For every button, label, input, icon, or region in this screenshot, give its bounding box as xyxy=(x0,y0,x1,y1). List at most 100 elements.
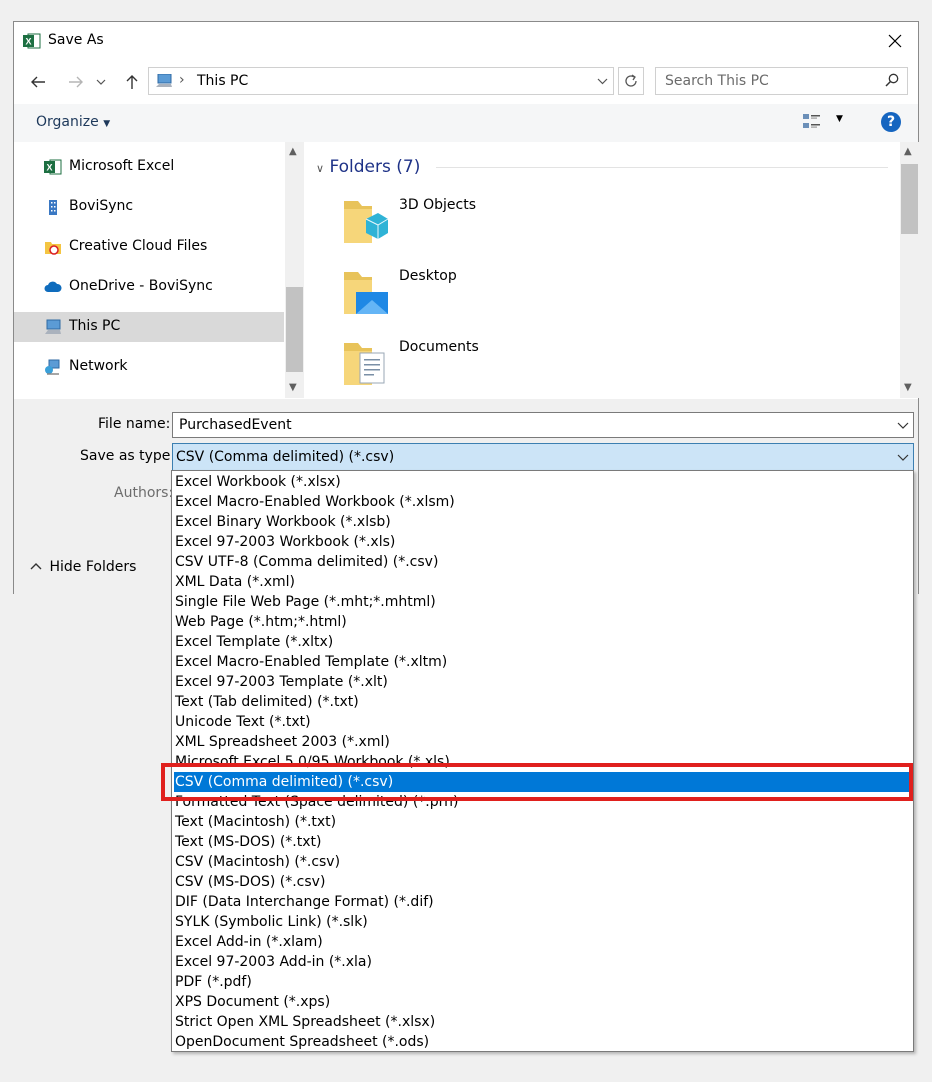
dropdown-option[interactable]: CSV UTF-8 (Comma delimited) (*.csv) xyxy=(174,552,911,572)
nav-item-label: Microsoft Excel xyxy=(69,158,175,174)
folder-documents[interactable]: Documents xyxy=(342,339,602,399)
save-as-type-select[interactable]: CSV (Comma delimited) (*.csv) xyxy=(172,443,914,471)
search-input[interactable]: Search This PC xyxy=(655,67,908,95)
documents-folder-icon xyxy=(344,343,385,385)
chevron-right-icon: › xyxy=(179,72,185,88)
navigation-pane-scrollbar[interactable]: ▲ ▼ xyxy=(285,142,304,398)
dropdown-option[interactable]: Excel Macro-Enabled Template (*.xltm) xyxy=(174,652,911,672)
close-icon xyxy=(888,34,902,48)
dropdown-option[interactable]: Excel Template (*.xltx) xyxy=(174,632,911,652)
scrollbar-thumb[interactable] xyxy=(286,287,303,372)
authors-label: Authors: xyxy=(114,485,174,501)
scroll-down-arrow-icon[interactable]: ▼ xyxy=(289,382,297,393)
dropdown-option[interactable]: XML Spreadsheet 2003 (*.xml) xyxy=(174,732,911,752)
annotation-highlight-box xyxy=(161,763,913,801)
dropdown-option[interactable]: Strict Open XML Spreadsheet (*.xlsx) xyxy=(174,1012,911,1032)
excel-icon: X xyxy=(44,159,62,175)
nav-item-onedrive[interactable]: OneDrive - BoviSync xyxy=(14,272,284,302)
dropdown-option[interactable]: Unicode Text (*.txt) xyxy=(174,712,911,732)
group-divider xyxy=(436,167,888,168)
arrow-left-icon xyxy=(31,76,45,88)
recent-locations-button[interactable] xyxy=(94,70,108,94)
dropdown-option[interactable]: Excel Macro-Enabled Workbook (*.xlsm) xyxy=(174,492,911,512)
dropdown-option[interactable]: XML Data (*.xml) xyxy=(174,572,911,592)
dropdown-option[interactable]: Text (Tab delimited) (*.txt) xyxy=(174,692,911,712)
close-button[interactable] xyxy=(872,22,918,60)
address-path: This PC xyxy=(197,73,249,89)
dropdown-option[interactable]: DIF (Data Interchange Format) (*.dif) xyxy=(174,892,911,912)
scroll-up-arrow-icon[interactable]: ▲ xyxy=(904,146,912,157)
view-options-caret-icon[interactable]: ▼ xyxy=(836,114,843,124)
dropdown-option[interactable]: Excel 97-2003 Add-in (*.xla) xyxy=(174,952,911,972)
nav-item-label: BoviSync xyxy=(69,198,134,214)
nav-item-label: Network xyxy=(69,358,128,374)
caret-down-icon: ▼ xyxy=(103,119,111,129)
dropdown-option[interactable]: Web Page (*.htm;*.html) xyxy=(174,612,911,632)
dropdown-option[interactable]: Excel Workbook (*.xlsx) xyxy=(174,472,911,492)
address-dropdown-button[interactable] xyxy=(591,68,613,94)
change-view-icon[interactable] xyxy=(802,113,822,131)
window-title: Save As xyxy=(48,32,104,48)
dropdown-option[interactable]: Excel Binary Workbook (*.xlsb) xyxy=(174,512,911,532)
search-icon xyxy=(885,73,899,87)
chevron-up-icon xyxy=(30,563,42,570)
refresh-button[interactable] xyxy=(618,67,644,95)
folder-desktop[interactable]: Desktop xyxy=(342,268,602,328)
svg-text:X: X xyxy=(26,37,32,47)
title-bar: X Save As xyxy=(14,22,918,60)
nav-item-microsoft-excel[interactable]: X Microsoft Excel xyxy=(14,152,284,182)
scrollbar-thumb[interactable] xyxy=(901,164,918,234)
dropdown-option[interactable]: Excel 97-2003 Workbook (*.xls) xyxy=(174,532,911,552)
building-icon xyxy=(49,200,57,215)
dropdown-option[interactable]: Text (Macintosh) (*.txt) xyxy=(174,812,911,832)
folders-group-header[interactable]: ∨ Folders (7) xyxy=(316,157,420,177)
chevron-down-icon[interactable] xyxy=(897,417,909,433)
refresh-icon xyxy=(625,74,637,87)
svg-text:X: X xyxy=(47,163,53,173)
help-button[interactable]: ? xyxy=(881,112,901,132)
scroll-up-arrow-icon[interactable]: ▲ xyxy=(289,146,297,157)
back-button[interactable] xyxy=(26,70,50,94)
file-list: ∨ Folders (7) 3D Objects Desktop Documen… xyxy=(306,142,919,398)
file-name-input[interactable]: PurchasedEvent xyxy=(172,412,914,438)
arrow-up-icon xyxy=(126,75,138,89)
navigation-bar: › This PC Search This PC xyxy=(14,66,918,98)
dropdown-option[interactable]: Excel Add-in (*.xlam) xyxy=(174,932,911,952)
dropdown-option[interactable]: SYLK (Symbolic Link) (*.slk) xyxy=(174,912,911,932)
dropdown-option[interactable]: CSV (Macintosh) (*.csv) xyxy=(174,852,911,872)
nav-item-label: This PC xyxy=(69,318,121,334)
arrow-right-icon xyxy=(69,76,83,88)
scroll-down-arrow-icon[interactable]: ▼ xyxy=(904,382,912,393)
organize-button[interactable]: Organize ▼ xyxy=(36,114,110,130)
dropdown-option[interactable]: Single File Web Page (*.mht;*.mhtml) xyxy=(174,592,911,612)
creative-cloud-folder-icon xyxy=(45,242,61,255)
nav-item-label: Creative Cloud Files xyxy=(69,238,208,254)
save-as-type-label: Save as type: xyxy=(80,448,176,464)
dropdown-option[interactable]: OpenDocument Spreadsheet (*.ods) xyxy=(174,1032,911,1052)
dropdown-option[interactable]: XPS Document (*.xps) xyxy=(174,992,911,1012)
command-bar: Organize ▼ ▼ ? xyxy=(14,104,918,142)
nav-item-label: OneDrive - BoviSync xyxy=(69,278,213,294)
nav-item-this-pc[interactable]: This PC xyxy=(14,312,284,342)
hide-folders-button[interactable]: Hide Folders xyxy=(30,559,136,575)
dropdown-option[interactable]: PDF (*.pdf) xyxy=(174,972,911,992)
dropdown-option[interactable]: Excel 97-2003 Template (*.xlt) xyxy=(174,672,911,692)
nav-item-bovisync[interactable]: BoviSync xyxy=(14,192,284,222)
dropdown-option[interactable]: Text (MS-DOS) (*.txt) xyxy=(174,832,911,852)
nav-item-creative-cloud-files[interactable]: Creative Cloud Files xyxy=(14,232,284,262)
up-button[interactable] xyxy=(120,70,144,94)
folder-label: Documents xyxy=(399,339,479,355)
excel-icon: X xyxy=(23,33,41,49)
address-bar[interactable]: › This PC xyxy=(148,67,614,95)
computer-icon xyxy=(45,319,61,334)
chevron-down-icon xyxy=(897,454,909,461)
file-list-scrollbar[interactable]: ▲ ▼ xyxy=(900,142,919,398)
dropdown-option[interactable]: CSV (MS-DOS) (*.csv) xyxy=(174,872,911,892)
folder-3d-objects[interactable]: 3D Objects xyxy=(342,197,602,257)
computer-icon xyxy=(156,74,172,87)
forward-button[interactable] xyxy=(64,70,88,94)
3d-objects-folder-icon xyxy=(344,201,389,243)
folders-group-label: Folders (7) xyxy=(329,157,421,177)
network-icon xyxy=(45,359,60,375)
nav-item-network[interactable]: Network xyxy=(14,352,284,382)
